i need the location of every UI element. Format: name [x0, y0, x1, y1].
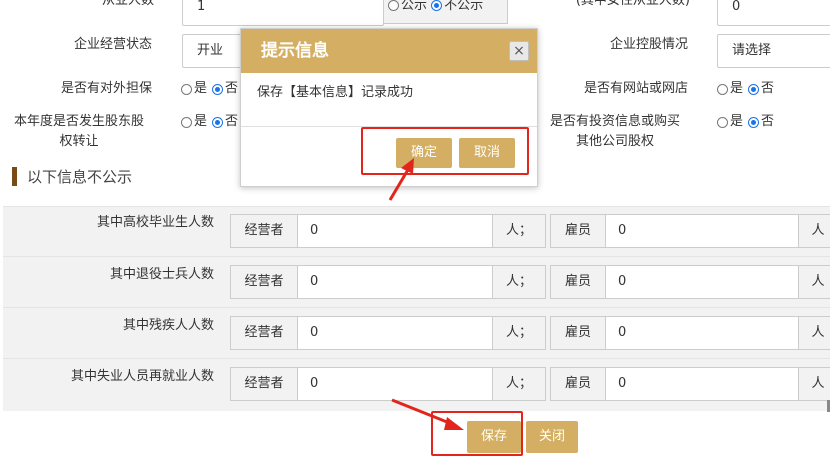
arrow-to-save-icon [391, 398, 464, 430]
